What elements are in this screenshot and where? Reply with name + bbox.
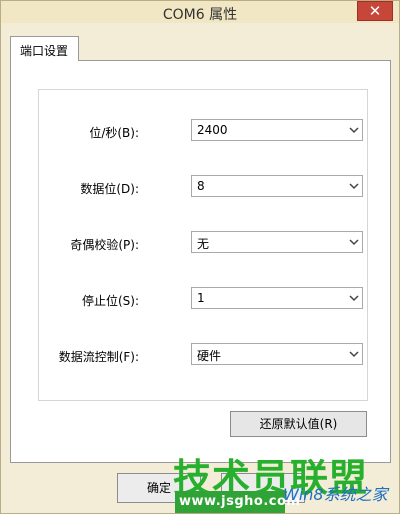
select-value: 2400 xyxy=(197,123,228,137)
flow-control-select[interactable]: 硬件 xyxy=(191,343,363,365)
close-button[interactable]: ✕ xyxy=(357,1,393,21)
watermark-url: www.jsgho.com xyxy=(175,491,300,513)
chevron-down-icon xyxy=(349,183,359,190)
data-bits-label: 数据位(D): xyxy=(80,182,139,196)
chevron-down-icon xyxy=(349,239,359,246)
port-settings-panel: 位/秒(B): 2400 数据位(D): 8 奇偶校验(P): 无 停止位(S)… xyxy=(10,60,391,463)
flow-control-label: 数据流控制(F): xyxy=(58,350,139,364)
select-value: 1 xyxy=(197,291,205,305)
restore-defaults-button[interactable]: 还原默认值(R) xyxy=(230,411,367,437)
select-value: 硬件 xyxy=(197,349,222,363)
tab-port-settings[interactable]: 端口设置 xyxy=(10,36,79,61)
select-value: 8 xyxy=(197,179,205,193)
select-value: 无 xyxy=(197,237,210,251)
data-bits-select[interactable]: 8 xyxy=(191,175,363,197)
stop-bits-select[interactable]: 1 xyxy=(191,287,363,309)
title-bar[interactable]: COM6 属性 ✕ xyxy=(1,1,399,23)
chevron-down-icon xyxy=(349,127,359,134)
window-title: COM6 属性 xyxy=(162,7,238,23)
close-icon: ✕ xyxy=(368,2,382,20)
properties-dialog: COM6 属性 ✕ 端口设置 位/秒(B): 2400 数据位(D): 8 奇偶… xyxy=(0,0,400,514)
parity-select[interactable]: 无 xyxy=(191,231,363,253)
stop-bits-label: 停止位(S): xyxy=(81,294,139,308)
chevron-down-icon xyxy=(349,295,359,302)
tab-label: 端口设置 xyxy=(20,44,69,58)
bits-per-second-label: 位/秒(B): xyxy=(89,126,139,140)
settings-group: 位/秒(B): 2400 数据位(D): 8 奇偶校验(P): 无 停止位(S)… xyxy=(38,89,368,401)
chevron-down-icon xyxy=(349,351,359,358)
bits-per-second-select[interactable]: 2400 xyxy=(191,119,363,141)
parity-label: 奇偶校验(P): xyxy=(70,238,139,252)
watermark-logo: Win8系统之家 xyxy=(283,485,388,504)
